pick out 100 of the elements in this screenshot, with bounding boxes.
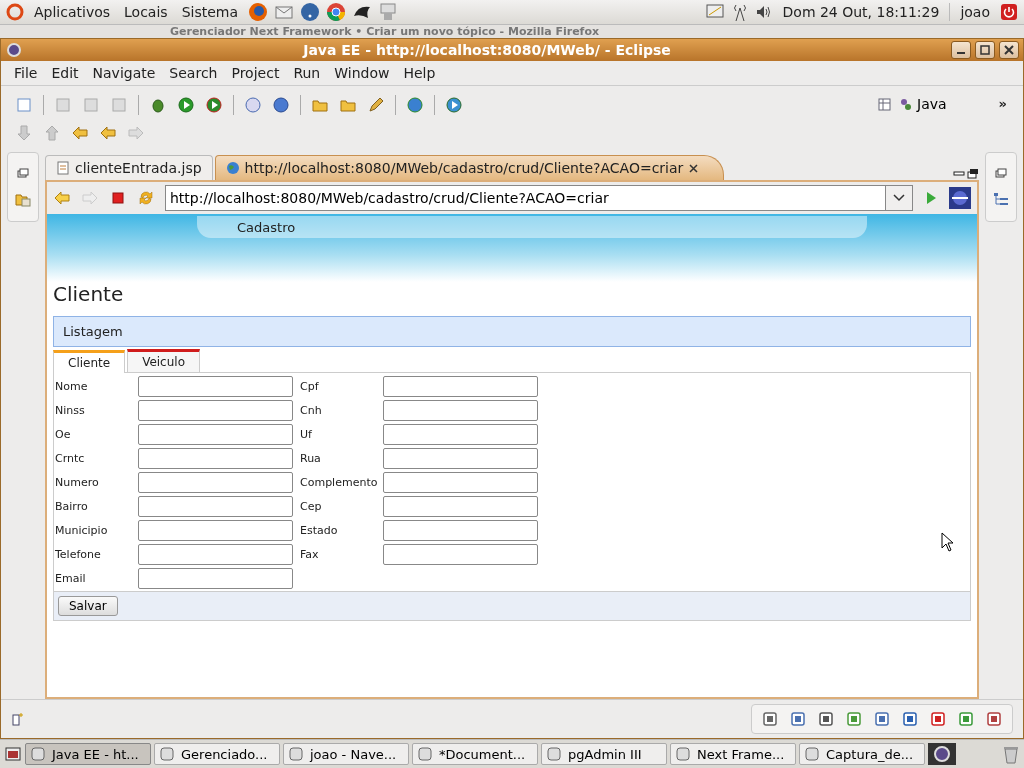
panel-menu[interactable]: Locais xyxy=(120,4,172,20)
taskbar-button[interactable]: Java EE - ht... xyxy=(25,743,151,765)
open-perspective-icon[interactable] xyxy=(877,96,893,112)
input-field[interactable] xyxy=(138,424,293,445)
input-field[interactable] xyxy=(383,520,538,541)
app-icon xyxy=(30,746,46,762)
minimize-icon xyxy=(957,52,965,54)
app-icon xyxy=(159,746,175,762)
form-tab[interactable]: Veiculo xyxy=(127,349,200,372)
user-name[interactable]: joao xyxy=(956,4,994,20)
menu-item[interactable]: Project xyxy=(226,65,285,81)
maximize-icon xyxy=(980,45,990,55)
menu-item[interactable]: Search xyxy=(164,65,223,81)
new-file-icon[interactable] xyxy=(15,96,33,114)
run-tool-icon[interactable] xyxy=(205,96,223,114)
input-field[interactable] xyxy=(383,496,538,517)
run-icon[interactable] xyxy=(177,96,195,114)
taskbar-button[interactable]: Next Frame... xyxy=(670,743,796,765)
window-menu-icon[interactable] xyxy=(5,41,23,59)
caret-icon xyxy=(893,194,905,202)
input-field[interactable] xyxy=(138,568,293,589)
eclipse-window-icon[interactable] xyxy=(928,743,956,765)
field-label: Bairro xyxy=(55,500,89,513)
input-field[interactable] xyxy=(138,376,293,397)
editor-tab[interactable]: http://localhost:8080/MWeb/cadastro/crud/Cliente?ACAO=criar xyxy=(214,155,725,180)
field-label: Numero xyxy=(55,476,100,489)
package-explorer-icon[interactable] xyxy=(15,191,31,207)
eclipse-icon[interactable] xyxy=(949,187,971,209)
taskbar-button[interactable]: joao - Nave... xyxy=(283,743,409,765)
tab-label: http://localhost:8080/MWeb/cadastro/crud/Cliente?ACAO=criar xyxy=(244,160,684,176)
panel-menu[interactable]: Sistema xyxy=(177,4,243,20)
app-icon xyxy=(546,746,562,762)
tab-label: clienteEntrada.jsp xyxy=(75,160,202,176)
show-desktop-icon[interactable] xyxy=(4,745,22,763)
taskbar-button[interactable]: Gerenciado... xyxy=(154,743,280,765)
input-field[interactable] xyxy=(138,520,293,541)
form-tab[interactable]: Cliente xyxy=(53,350,126,373)
window-title: Java EE - http://localhost:8080/MWeb/ - Eclipse xyxy=(301,42,672,58)
input-field[interactable] xyxy=(138,400,293,421)
minimize-button[interactable] xyxy=(951,41,971,59)
close-button[interactable] xyxy=(999,41,1019,59)
trash-icon[interactable] xyxy=(1002,744,1020,764)
close-icon[interactable] xyxy=(688,162,700,174)
clock[interactable]: Dom 24 Out, 18:11:29 xyxy=(778,4,944,20)
section-title: Listagem xyxy=(63,324,123,339)
mouse-cursor-icon xyxy=(941,532,955,552)
back-arrow-icon[interactable] xyxy=(99,124,117,142)
fast-view-icon[interactable] xyxy=(11,712,25,726)
menu-item[interactable]: Navigate xyxy=(87,65,161,81)
menu-item[interactable]: Run xyxy=(288,65,326,81)
stop-icon[interactable] xyxy=(109,189,127,207)
banner-menu-item[interactable]: Cadastro xyxy=(237,219,296,235)
menu-item[interactable]: Edit xyxy=(46,65,84,81)
input-field[interactable] xyxy=(383,424,538,445)
chrome-icon[interactable] xyxy=(326,2,347,22)
app-icon xyxy=(417,746,433,762)
field-label: Telefone xyxy=(55,548,102,561)
page-heading: Cliente xyxy=(53,282,125,306)
input-field[interactable] xyxy=(383,376,538,397)
maximize-icon[interactable] xyxy=(967,168,979,180)
refresh-icon[interactable] xyxy=(137,189,155,207)
file-icon xyxy=(56,161,70,175)
field-label: Oe xyxy=(55,428,72,441)
more-perspectives[interactable]: » xyxy=(998,96,1007,111)
field-label: Crntc xyxy=(55,452,86,465)
restore-icon[interactable] xyxy=(994,167,1008,181)
editor-tab[interactable]: clienteEntrada.jsp xyxy=(45,155,213,180)
field-label: Uf xyxy=(300,428,313,441)
back-icon[interactable] xyxy=(53,189,71,207)
menu-item[interactable]: Window xyxy=(329,65,395,81)
input-field[interactable] xyxy=(383,544,538,565)
app-icon xyxy=(675,746,691,762)
input-field[interactable] xyxy=(138,448,293,469)
input-field[interactable] xyxy=(383,472,538,493)
input-field[interactable] xyxy=(138,472,293,493)
field-label: Cep xyxy=(300,500,323,513)
menu-item[interactable]: File xyxy=(9,65,43,81)
panel-menu[interactable]: Aplicativos xyxy=(30,4,115,20)
input-field[interactable] xyxy=(138,544,293,565)
address-field[interactable]: http://localhost:8080/MWeb/cadastro/crud/Cliente?ACAO=criar xyxy=(165,185,885,211)
input-field[interactable] xyxy=(138,496,293,517)
java-perspective-button[interactable]: Java xyxy=(899,96,947,112)
restore-icon[interactable] xyxy=(16,167,30,181)
logo-icon[interactable] xyxy=(6,3,24,21)
down-arrow-icon[interactable] xyxy=(15,124,33,142)
taskbar-button[interactable]: *Document... xyxy=(412,743,538,765)
taskbar-button[interactable]: Captura_de... xyxy=(799,743,925,765)
field-label: Estado xyxy=(300,524,339,537)
save-button[interactable]: Salvar xyxy=(58,596,118,616)
menu-item[interactable]: Help xyxy=(398,65,441,81)
up-arrow-icon[interactable] xyxy=(43,124,61,142)
input-field[interactable] xyxy=(383,448,538,469)
close-icon xyxy=(1004,45,1014,55)
input-field[interactable] xyxy=(383,400,538,421)
field-label: Rua xyxy=(300,452,322,465)
maximize-button[interactable] xyxy=(975,41,995,59)
dropdown-button[interactable] xyxy=(885,185,913,211)
pen-icon[interactable] xyxy=(367,96,385,114)
power-icon[interactable] xyxy=(1000,3,1018,21)
taskbar-button[interactable]: pgAdmin III xyxy=(541,743,667,765)
